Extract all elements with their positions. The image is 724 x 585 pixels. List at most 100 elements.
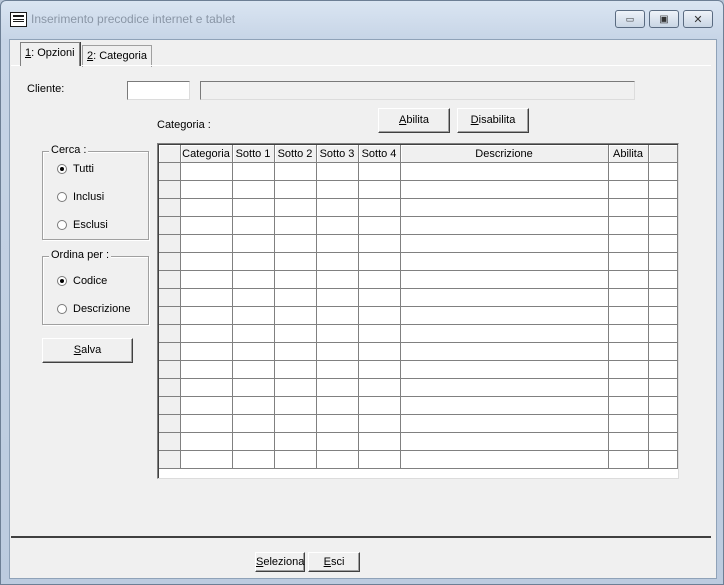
table-cell[interactable] [400,234,609,253]
table-cell[interactable] [358,306,401,325]
tab-opzioni[interactable]: 1: Opzioni [20,42,80,66]
table-cell[interactable] [648,270,678,289]
title-bar[interactable]: Inserimento precodice internet e tablet … [1,1,723,37]
table-cell[interactable] [358,162,401,181]
table-cell[interactable] [274,270,317,289]
table-cell[interactable] [232,234,275,253]
table-row[interactable] [159,216,678,235]
table-cell[interactable] [358,288,401,307]
table-cell[interactable] [232,324,275,343]
table-cell[interactable] [358,414,401,433]
row-selector[interactable] [159,234,181,253]
table-cell[interactable] [316,252,359,271]
table-cell[interactable] [648,432,678,451]
table-cell[interactable] [608,324,649,343]
table-cell[interactable] [358,270,401,289]
table-cell[interactable] [400,360,609,379]
table-cell[interactable] [648,180,678,199]
table-cell[interactable] [274,198,317,217]
table-cell[interactable] [180,252,233,271]
table-cell[interactable] [316,198,359,217]
table-cell[interactable] [400,450,609,469]
table-cell[interactable] [180,324,233,343]
table-cell[interactable] [180,432,233,451]
table-cell[interactable] [232,342,275,361]
table-cell[interactable] [608,432,649,451]
table-cell[interactable] [232,450,275,469]
table-row[interactable] [159,450,678,469]
table-cell[interactable] [180,342,233,361]
row-selector[interactable] [159,252,181,271]
grid-header-descrizione[interactable]: Descrizione [400,145,609,163]
table-cell[interactable] [274,378,317,397]
table-cell[interactable] [648,234,678,253]
table-cell[interactable] [316,342,359,361]
table-cell[interactable] [316,324,359,343]
table-cell[interactable] [180,216,233,235]
row-selector[interactable] [159,162,181,181]
table-cell[interactable] [608,234,649,253]
minimize-button[interactable]: ▭ [615,10,645,28]
table-cell[interactable] [648,360,678,379]
table-cell[interactable] [232,414,275,433]
table-cell[interactable] [232,288,275,307]
table-cell[interactable] [316,432,359,451]
table-cell[interactable] [648,216,678,235]
table-row[interactable] [159,378,678,397]
table-cell[interactable] [358,450,401,469]
table-cell[interactable] [648,324,678,343]
table-cell[interactable] [608,414,649,433]
table-cell[interactable] [400,414,609,433]
table-cell[interactable] [274,252,317,271]
table-cell[interactable] [232,432,275,451]
table-cell[interactable] [648,288,678,307]
seleziona-button[interactable]: Seleziona [255,552,305,572]
row-selector[interactable] [159,216,181,235]
table-cell[interactable] [316,180,359,199]
row-selector[interactable] [159,342,181,361]
table-row[interactable] [159,252,678,271]
table-cell[interactable] [180,306,233,325]
row-selector[interactable] [159,270,181,289]
row-selector[interactable] [159,306,181,325]
table-cell[interactable] [180,378,233,397]
table-cell[interactable] [180,234,233,253]
table-cell[interactable] [316,396,359,415]
table-cell[interactable] [358,396,401,415]
table-cell[interactable] [358,342,401,361]
table-cell[interactable] [232,270,275,289]
table-cell[interactable] [232,252,275,271]
table-cell[interactable] [180,198,233,217]
table-cell[interactable] [400,252,609,271]
table-cell[interactable] [608,198,649,217]
table-row[interactable] [159,270,678,289]
table-cell[interactable] [400,306,609,325]
table-cell[interactable] [316,216,359,235]
table-cell[interactable] [180,270,233,289]
table-row[interactable] [159,180,678,199]
esci-button[interactable]: Esci [308,552,360,572]
table-cell[interactable] [180,450,233,469]
close-button[interactable]: ✕ [683,10,713,28]
cliente-code-field[interactable] [127,81,190,100]
table-cell[interactable] [232,216,275,235]
table-cell[interactable] [316,378,359,397]
table-cell[interactable] [648,342,678,361]
table-cell[interactable] [400,378,609,397]
table-cell[interactable] [400,198,609,217]
row-selector[interactable] [159,396,181,415]
table-cell[interactable] [648,306,678,325]
table-cell[interactable] [608,396,649,415]
table-cell[interactable] [400,162,609,181]
table-row[interactable] [159,432,678,451]
table-row[interactable] [159,234,678,253]
table-cell[interactable] [316,270,359,289]
table-cell[interactable] [648,162,678,181]
table-cell[interactable] [316,162,359,181]
table-cell[interactable] [358,252,401,271]
grid-header-sotto-3[interactable]: Sotto 3 [316,145,359,163]
table-cell[interactable] [608,180,649,199]
table-row[interactable] [159,162,678,181]
table-cell[interactable] [648,396,678,415]
table-cell[interactable] [400,324,609,343]
